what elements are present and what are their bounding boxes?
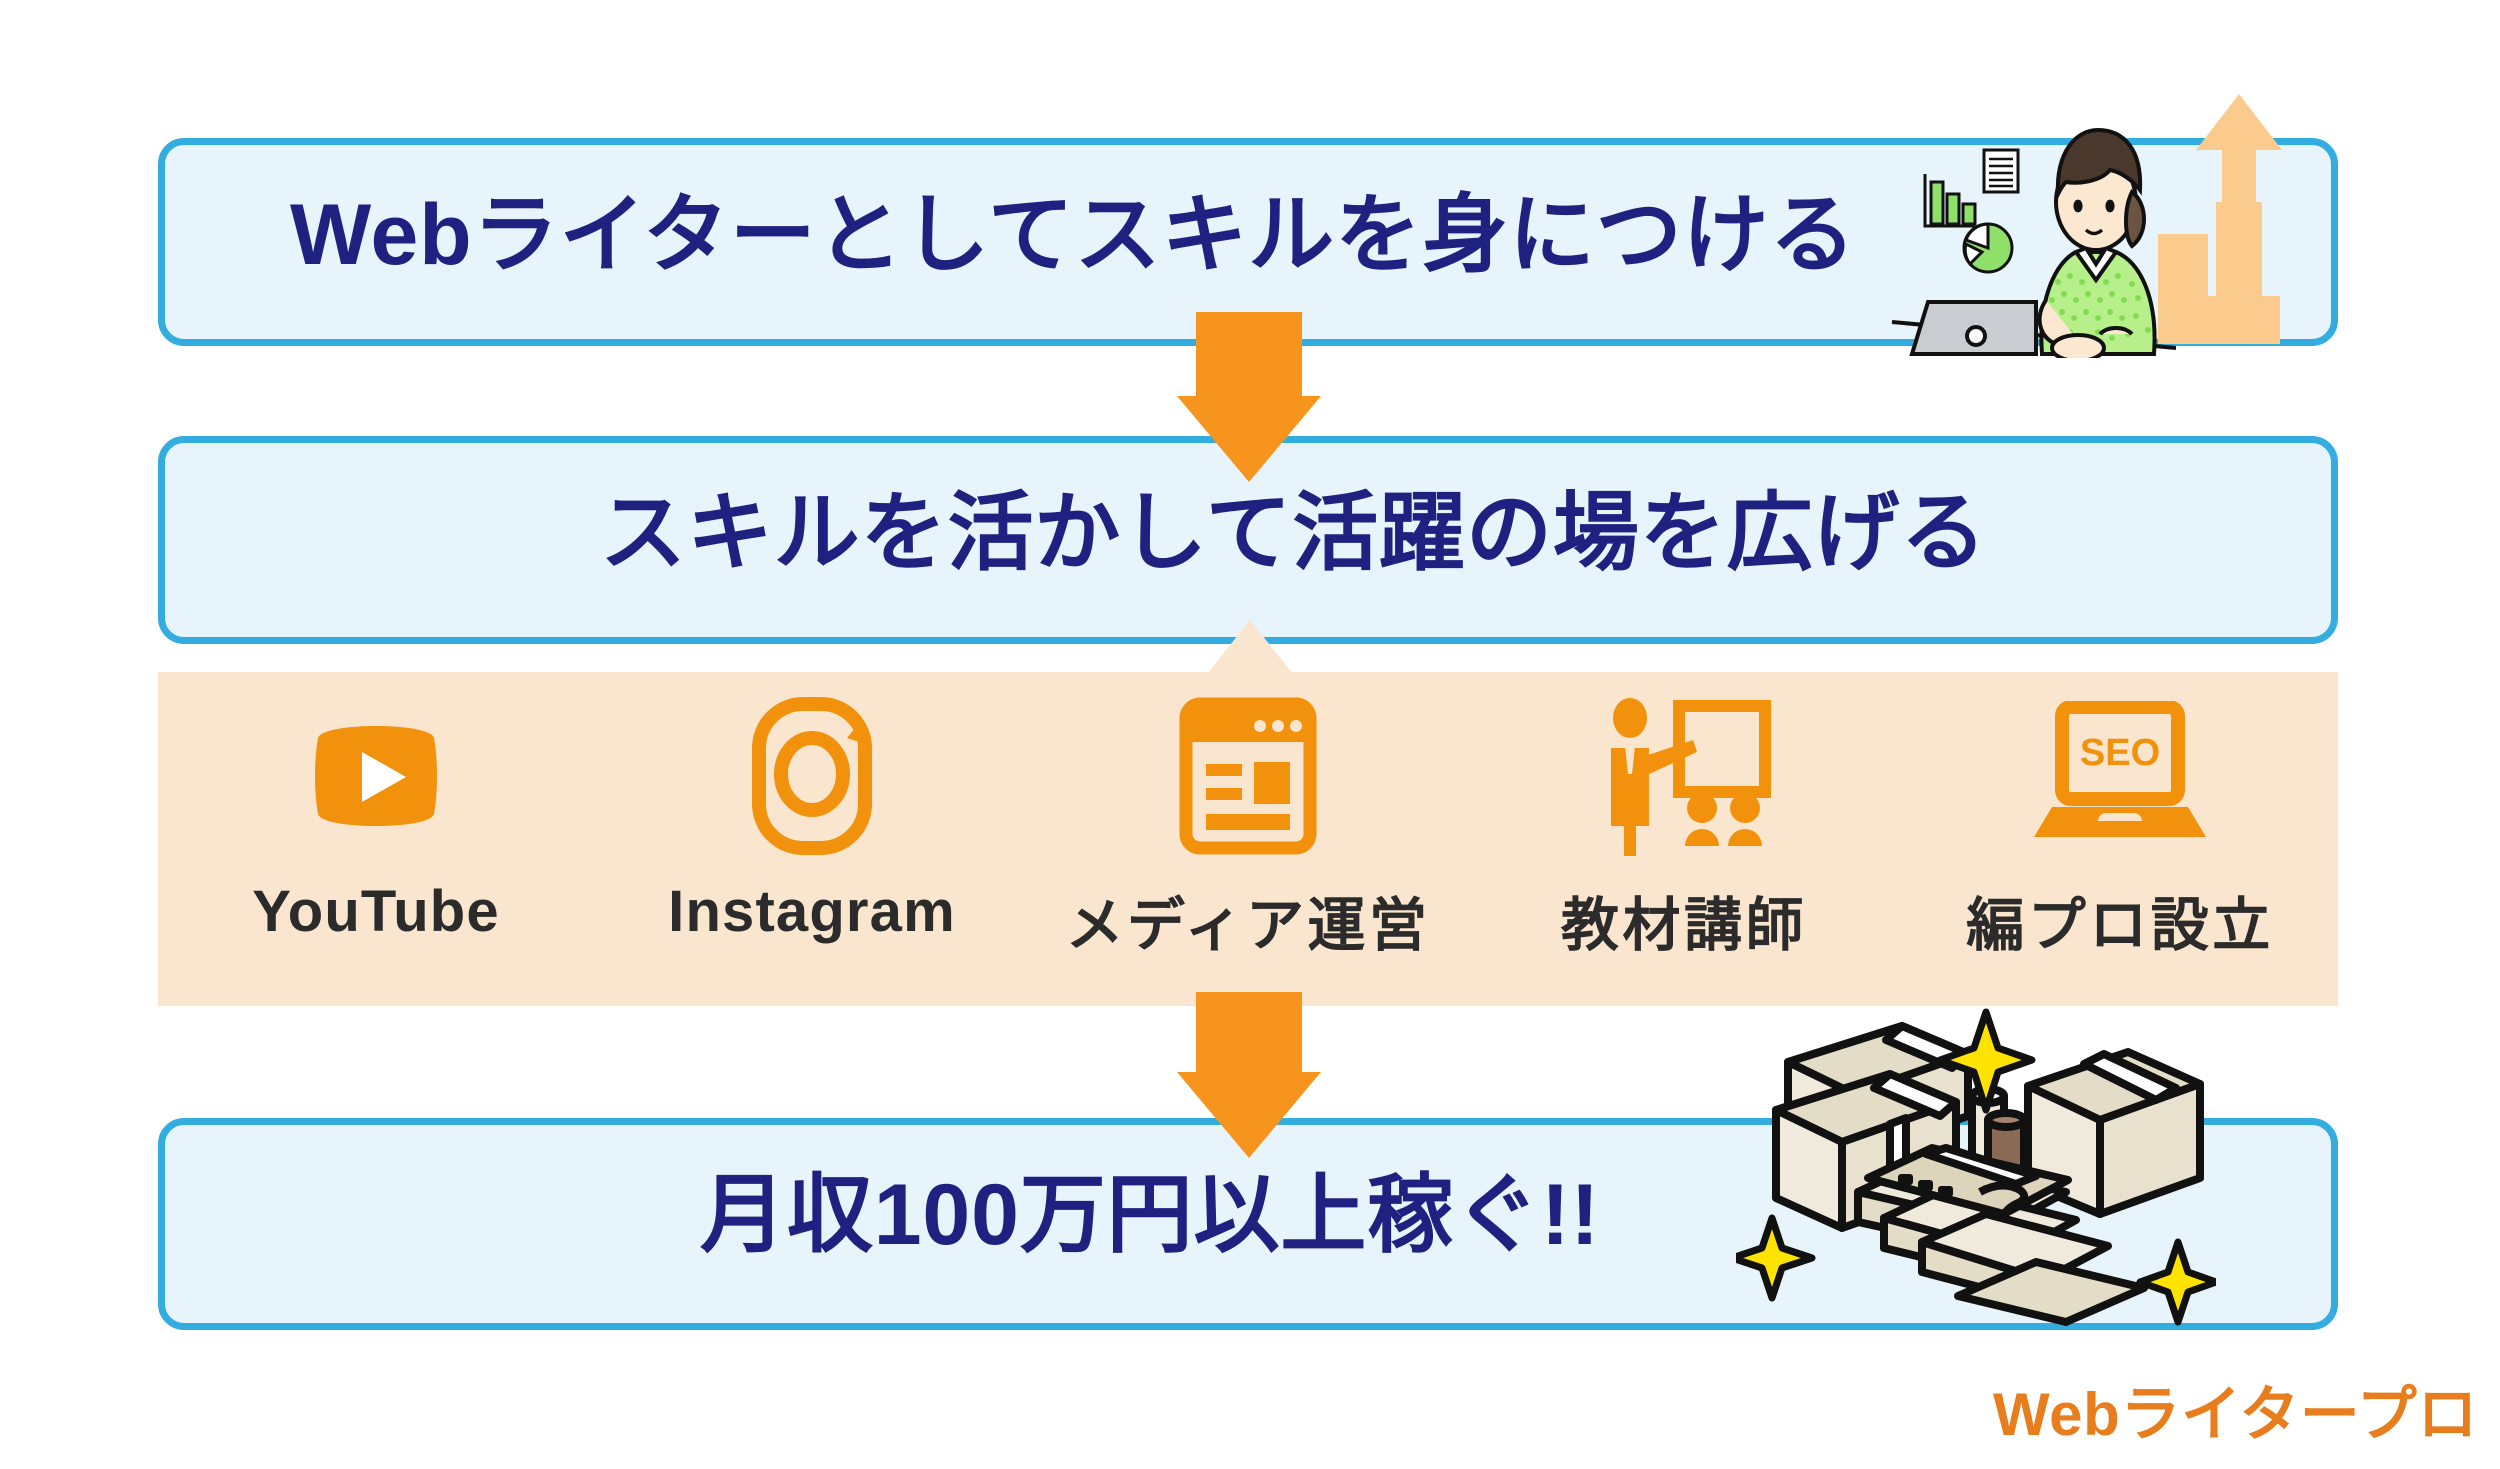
arrow-down-1-head: [1177, 396, 1321, 482]
woman-with-laptop-and-charts-illustration: [1891, 94, 2282, 358]
step-3-heading: 月収100万円以上稼ぐ!!: [700, 1167, 1600, 1263]
band-pointer-triangle: [1207, 620, 1293, 674]
teacher-presentation-icon: [1597, 696, 1772, 856]
step-1-heading: Webライターとしてスキルを身につける: [290, 187, 1857, 283]
band-item-editorial[interactable]: SEO 編プロ設立: [1920, 672, 2320, 962]
band-item-instructor[interactable]: 教材講師: [1484, 672, 1884, 962]
arrow-down-2-head: [1177, 1072, 1321, 1158]
step-2-heading: スキルを活かして活躍の場を広げる: [600, 485, 1988, 581]
laptop-seo-icon: SEO: [2030, 696, 2210, 856]
instagram-icon: [747, 696, 877, 856]
infographic-canvas: Webライターとしてスキルを身につける スキルを活かして活躍の場を広げる You…: [0, 0, 2500, 1469]
brand-logo: Webライタープロ: [1993, 1381, 2478, 1448]
media-window-icon: [1178, 696, 1318, 856]
band-label-editorial: 編プロ設立: [1966, 893, 2274, 958]
band-label-instructor: 教材講師: [1561, 893, 1807, 958]
cardboard-boxes-with-sparkles-illustration: [1736, 1008, 2216, 1326]
band-item-media[interactable]: メディア運営: [1048, 672, 1448, 962]
laptop-screen-text: SEO: [2080, 732, 2160, 774]
band-item-youtube[interactable]: YouTube: [176, 672, 576, 945]
band-label-instagram: Instagram: [668, 879, 956, 944]
band-label-youtube: YouTube: [252, 879, 500, 944]
band-item-instagram[interactable]: Instagram: [612, 672, 1012, 945]
arrow-down-2-shaft: [1196, 992, 1302, 1074]
band-label-media: メディア運営: [1065, 893, 1431, 958]
arrow-down-1-shaft: [1196, 312, 1302, 398]
opportunities-list: YouTube Instagram メディア運営 教材講師 SEO 編プロ設立: [158, 672, 2338, 1006]
youtube-icon: [296, 696, 456, 856]
